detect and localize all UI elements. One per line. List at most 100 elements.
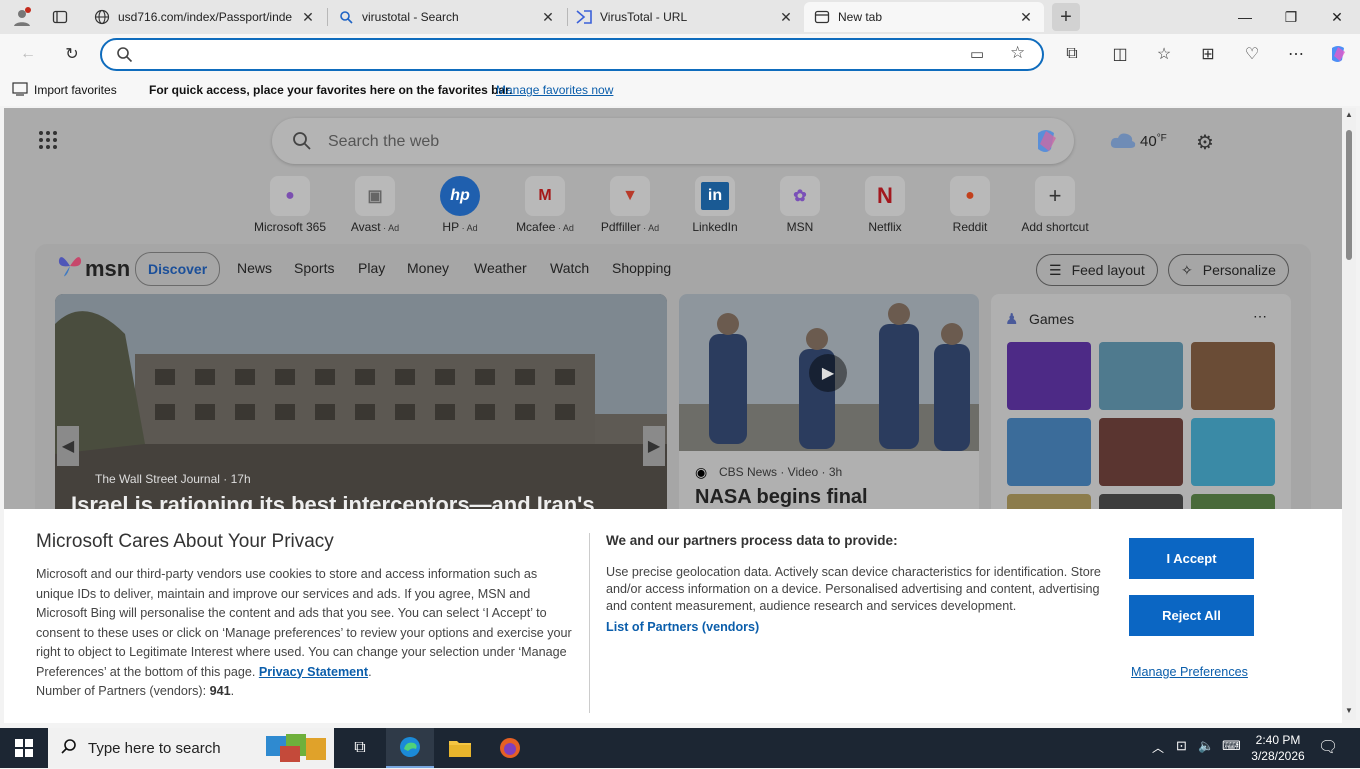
msn-wordmark: msn [85, 255, 131, 281]
video-card[interactable]: ▶ ◉ CBS News · Video · 3h NASA begins fi… [679, 294, 979, 524]
nav-news[interactable]: News [237, 260, 272, 276]
favorite-star-icon[interactable]: ☆ [1010, 43, 1025, 63]
notifications-icon[interactable]: 🗨 [1318, 737, 1338, 757]
nav-money[interactable]: Money [407, 260, 449, 276]
tab-1[interactable]: virustotal - Search ✕ [328, 2, 566, 32]
tab-actions-icon[interactable] [46, 3, 74, 31]
video-headline[interactable]: NASA begins final [695, 486, 868, 509]
game-tile[interactable] [1007, 342, 1091, 410]
game-tile[interactable] [1191, 418, 1275, 486]
back-button[interactable]: ← [14, 40, 42, 68]
more-options-icon[interactable]: ⋯ [1282, 40, 1310, 68]
game-tile[interactable] [1099, 342, 1183, 410]
play-button-icon[interactable]: ▶ [809, 354, 847, 392]
manage-favorites-link[interactable]: Manage favorites now [496, 83, 613, 97]
collections-icon[interactable]: ⊞ [1194, 40, 1222, 68]
weather-temp[interactable]: 40°F [1140, 133, 1167, 150]
app-launcher-icon[interactable] [38, 130, 58, 155]
taskbar-file-explorer[interactable] [436, 728, 484, 768]
browser-essentials-icon[interactable]: ♡ [1238, 40, 1266, 68]
add-shortcut-button[interactable]: + Add shortcut [1010, 176, 1100, 234]
shortcut-mcafee[interactable]: M Mcafee · Ad [500, 176, 590, 234]
task-view-button[interactable]: ⧉ [336, 728, 384, 768]
shortcut-msn[interactable]: ✿ MSN [755, 176, 845, 234]
copilot-icon[interactable] [1324, 40, 1352, 68]
close-icon[interactable]: ✕ [778, 9, 794, 26]
taskbar-edge[interactable] [386, 728, 434, 768]
nav-weather[interactable]: Weather [474, 260, 527, 276]
tab-0[interactable]: usd716.com/index/Passport/inde ✕ [84, 2, 326, 32]
profile-icon[interactable] [8, 3, 36, 31]
carousel-next-button[interactable]: ▶ [643, 426, 665, 466]
clock[interactable]: 2:40 PM 3/28/2026 [1246, 732, 1310, 764]
close-window-button[interactable]: ✕ [1314, 0, 1360, 34]
windows-taskbar: Type here to search ⧉ ︿ ⊡ 🔈 ⌨ 2:40 PM 3/… [0, 728, 1360, 768]
carousel-prev-button[interactable]: ◀ [57, 426, 79, 466]
privacy-statement-link[interactable]: Privacy Statement [259, 665, 368, 679]
taskbar-search-box[interactable]: Type here to search [48, 728, 334, 768]
minimize-button[interactable]: — [1222, 0, 1268, 34]
shortcut-linkedin[interactable]: in LinkedIn [670, 176, 760, 234]
tab-3[interactable]: New tab ✕ [804, 2, 1044, 32]
network-icon[interactable]: ⊡ [1176, 738, 1187, 754]
address-bar[interactable]: ▭ ☆ [100, 38, 1044, 71]
extensions-icon[interactable]: ⧉ [1058, 40, 1086, 68]
restore-button[interactable]: ❐ [1268, 0, 1314, 34]
games-icon: ♟ [1005, 311, 1019, 328]
new-tab-button[interactable]: + [1052, 3, 1080, 31]
shortcut-microsoft-365[interactable]: ● Microsoft 365 [245, 176, 335, 234]
close-icon[interactable]: ✕ [1018, 9, 1034, 26]
volume-icon[interactable]: 🔈 [1198, 738, 1214, 754]
refresh-button[interactable]: ↻ [58, 40, 86, 68]
nav-play[interactable]: Play [358, 260, 385, 276]
page-scrollbar[interactable]: ▲ ▼ [1342, 108, 1356, 720]
nav-shopping[interactable]: Shopping [612, 260, 671, 276]
nav-sports[interactable]: Sports [294, 260, 334, 276]
feed-layout-button[interactable]: ☰ Feed layout [1036, 254, 1158, 286]
shortcut-avast[interactable]: ▣ Avast · Ad [330, 176, 420, 234]
browser-toolbar: ← ↻ ▭ ☆ ⧉ ◫ ☆ ⊞ ♡ ⋯ [0, 34, 1360, 74]
scroll-up-icon[interactable]: ▲ [1345, 110, 1353, 119]
immersive-reader-icon[interactable]: ▭ [970, 45, 984, 63]
import-favorites-link[interactable]: Import favorites [34, 83, 117, 97]
msn-logo[interactable]: msn [57, 254, 130, 283]
privacy-consent-banner: Microsoft Cares About Your Privacy Micro… [4, 509, 1342, 723]
scrollbar-thumb[interactable] [1346, 130, 1352, 260]
shortcut-reddit[interactable]: ● Reddit [925, 176, 1015, 234]
web-search-box[interactable]: Search the web [272, 118, 1074, 164]
nav-discover[interactable]: Discover [135, 252, 221, 286]
reject-all-button[interactable]: Reject All [1129, 595, 1254, 636]
scroll-down-icon[interactable]: ▼ [1345, 706, 1353, 715]
manage-preferences-link[interactable]: Manage Preferences [1131, 665, 1248, 679]
show-hidden-icons[interactable]: ︿ [1152, 739, 1164, 756]
close-icon: ✕ [1331, 8, 1343, 25]
settings-gear-icon[interactable]: ⚙ [1196, 130, 1214, 155]
accept-button[interactable]: I Accept [1129, 538, 1254, 579]
favorites-icon[interactable]: ☆ [1150, 40, 1178, 68]
split-screen-icon[interactable]: ◫ [1106, 40, 1134, 68]
copilot-icon[interactable] [1032, 127, 1060, 160]
newtab-icon [814, 9, 830, 25]
taskbar-firefox[interactable] [486, 728, 534, 768]
close-icon[interactable]: ✕ [540, 9, 556, 26]
keyboard-icon[interactable]: ⌨ [1222, 738, 1241, 754]
taskbar-search-placeholder: Type here to search [88, 740, 221, 757]
game-tile[interactable] [1191, 342, 1275, 410]
shortcut-hp[interactable]: hp HP · Ad [415, 176, 505, 234]
shortcut-pdffiller[interactable]: ▼ Pdffiller · Ad [585, 176, 675, 234]
msn-butterfly-icon [57, 254, 83, 283]
nav-watch[interactable]: Watch [550, 260, 589, 276]
start-button[interactable] [0, 728, 48, 768]
address-input[interactable] [142, 45, 962, 65]
shortcut-netflix[interactable]: N Netflix [840, 176, 930, 234]
close-icon[interactable]: ✕ [300, 9, 316, 26]
partners-list-link[interactable]: List of Partners (vendors) [606, 620, 759, 634]
tab-2[interactable]: VirusTotal - URL ✕ [566, 2, 804, 32]
game-tile[interactable] [1099, 418, 1183, 486]
tab-bar: usd716.com/index/Passport/inde ✕ virusto… [0, 0, 1360, 34]
back-arrow-icon: ← [20, 45, 36, 62]
game-tile[interactable] [1007, 418, 1091, 486]
personalize-button[interactable]: ✧ Personalize [1168, 254, 1289, 286]
hero-card[interactable]: ◀ ▶ The Wall Street Journal · 17h Israel… [55, 294, 667, 524]
more-options-icon[interactable]: ⋯ [1253, 308, 1267, 325]
